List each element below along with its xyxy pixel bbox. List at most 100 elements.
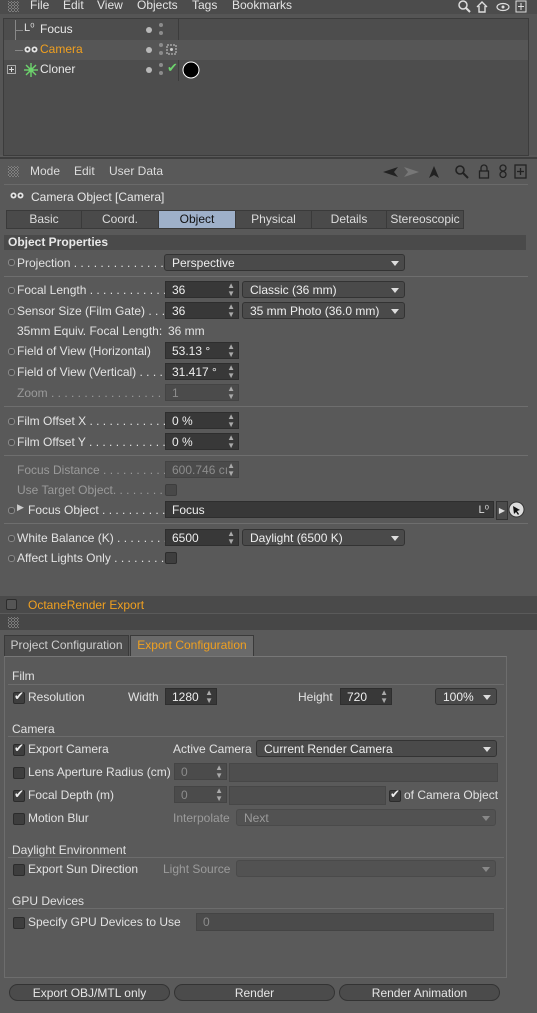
new-panel-icon[interactable] xyxy=(515,0,527,13)
editor-visibility-dot[interactable] xyxy=(159,23,163,27)
motion-blur-checkbox[interactable] xyxy=(13,813,25,825)
specify-gpu-checkbox[interactable] xyxy=(13,917,25,929)
width-field[interactable]: 1280 ▲ ▼ xyxy=(165,688,217,705)
forward-arrow-icon[interactable] xyxy=(402,166,420,178)
editor-visibility-dot[interactable] xyxy=(159,63,163,67)
stepper-arrows-icon[interactable]: ▲ ▼ xyxy=(205,689,213,705)
search-icon[interactable] xyxy=(458,0,472,13)
menu-edit[interactable]: Edit xyxy=(74,164,95,178)
stepper-arrows-icon: ▲ ▼ xyxy=(227,384,235,401)
param-bullet[interactable] xyxy=(8,308,15,315)
menu-user-data[interactable]: User Data xyxy=(109,164,163,178)
scale-dropdown[interactable]: 100% xyxy=(435,688,497,705)
affect-lights-checkbox[interactable] xyxy=(165,552,177,564)
link-menu-arrow-icon[interactable]: ▶ xyxy=(496,501,508,520)
render-visibility-dot[interactable] xyxy=(159,71,163,75)
editor-visibility-dot[interactable] xyxy=(159,43,163,47)
param-bullet[interactable] xyxy=(8,369,15,376)
export-obj-mtl-button[interactable]: Export OBJ/MTL only xyxy=(9,984,170,1001)
back-arrow-icon[interactable] xyxy=(382,166,400,178)
stepper-arrows-icon[interactable]: ▲ ▼ xyxy=(227,364,235,380)
tab-object[interactable]: Object xyxy=(158,210,236,229)
object-row-camera[interactable]: Camera xyxy=(4,30,528,60)
lens-aperture-checkbox[interactable] xyxy=(13,767,25,779)
white-balance-field[interactable]: 6500 ▲ ▼ xyxy=(165,529,239,546)
param-bullet[interactable] xyxy=(8,287,15,294)
octane-enable-checkbox[interactable] xyxy=(6,599,17,610)
search-icon[interactable] xyxy=(455,165,469,179)
tab-physical[interactable]: Physical xyxy=(235,210,312,229)
menu-mode[interactable]: Mode xyxy=(30,164,60,178)
fov-horizontal-field[interactable]: 53.13 ° ▲ ▼ xyxy=(165,342,239,359)
param-bullet[interactable] xyxy=(8,555,15,562)
up-arrow-icon[interactable] xyxy=(428,165,440,179)
render-visibility-dot[interactable] xyxy=(159,51,163,55)
tab-basic[interactable]: Basic xyxy=(6,210,82,229)
new-panel-icon[interactable] xyxy=(514,164,527,179)
param-bullet[interactable] xyxy=(8,348,15,355)
expand-plus-icon[interactable] xyxy=(7,65,16,74)
object-row-focus[interactable]: L⁰ Focus xyxy=(4,20,528,40)
param-bullet[interactable] xyxy=(8,259,15,266)
menu-tags[interactable]: Tags xyxy=(192,0,217,12)
tab-stereoscopic[interactable]: Stereoscopic xyxy=(386,210,464,229)
film-offset-y-field[interactable]: 0 % ▲ ▼ xyxy=(165,433,239,450)
render-visibility-dot[interactable] xyxy=(159,31,163,35)
target-tag-icon[interactable] xyxy=(166,44,177,55)
render-button[interactable]: Render xyxy=(174,984,335,1001)
param-bullet[interactable] xyxy=(8,507,15,514)
stepper-arrows-icon[interactable]: ▲ ▼ xyxy=(380,689,388,705)
lock-icon[interactable] xyxy=(478,164,490,179)
stepper-arrows-icon[interactable]: ▲ ▼ xyxy=(227,303,235,319)
param-bullet[interactable] xyxy=(8,439,15,446)
visibility-dot[interactable] xyxy=(146,27,152,33)
menu-edit[interactable]: Edit xyxy=(63,0,84,12)
sensor-size-preset-dropdown[interactable]: 35 mm Photo (36.0 mm) xyxy=(242,302,405,319)
active-camera-dropdown[interactable]: Current Render Camera xyxy=(256,740,497,757)
export-sun-checkbox[interactable] xyxy=(13,864,25,876)
focal-depth-checkbox[interactable] xyxy=(13,787,25,802)
menu-view[interactable]: View xyxy=(97,0,123,12)
panel-grip-icon[interactable] xyxy=(8,166,19,177)
tab-export-configuration[interactable]: Export Configuration xyxy=(130,635,254,656)
stepper-arrows-icon[interactable]: ▲ ▼ xyxy=(227,434,235,450)
focus-object-link-field[interactable]: Focus L⁰ xyxy=(165,501,494,518)
param-bullet[interactable] xyxy=(8,418,15,425)
enabled-check-icon[interactable]: ✔ xyxy=(167,60,178,76)
focal-length-field[interactable]: 36 ▲ ▼ xyxy=(165,281,239,298)
material-tag-icon[interactable] xyxy=(181,60,201,80)
menu-bookmarks[interactable]: Bookmarks xyxy=(232,0,292,12)
home-icon[interactable] xyxy=(475,0,489,13)
panel-grip-icon[interactable] xyxy=(8,1,19,12)
visibility-dot[interactable] xyxy=(146,67,152,73)
eye-icon[interactable] xyxy=(496,1,510,13)
visibility-dot[interactable] xyxy=(146,47,152,53)
projection-dropdown[interactable]: Perspective xyxy=(164,254,405,271)
pin-icon[interactable] xyxy=(498,164,508,179)
pick-session-icon[interactable] xyxy=(508,501,525,518)
object-row-cloner[interactable]: Cloner ✔ xyxy=(4,60,528,80)
tab-project-configuration[interactable]: Project Configuration xyxy=(4,635,129,657)
of-camera-object-checkbox[interactable] xyxy=(389,787,401,802)
stepper-arrows-icon[interactable]: ▲ ▼ xyxy=(227,343,235,359)
film-offset-x-field[interactable]: 0 % ▲ ▼ xyxy=(165,412,239,429)
export-camera-checkbox[interactable] xyxy=(13,741,25,756)
stepper-arrows-icon[interactable]: ▲ ▼ xyxy=(227,282,235,298)
fov-vertical-field[interactable]: 31.417 ° ▲ ▼ xyxy=(165,363,239,380)
render-animation-button[interactable]: Render Animation xyxy=(339,984,500,1001)
focal-length-preset-dropdown[interactable]: Classic (36 mm) xyxy=(242,281,405,298)
menu-file[interactable]: File xyxy=(30,0,49,12)
stepper-arrows-icon[interactable]: ▲ ▼ xyxy=(227,413,235,429)
height-field[interactable]: 720 ▲ ▼ xyxy=(340,688,392,705)
white-balance-preset-dropdown[interactable]: Daylight (6500 K) xyxy=(242,529,405,546)
tab-coord[interactable]: Coord. xyxy=(81,210,159,229)
param-bullet[interactable] xyxy=(8,535,15,542)
stepper-arrows-icon[interactable]: ▲ ▼ xyxy=(227,530,235,546)
tab-details[interactable]: Details xyxy=(311,210,387,229)
focus-distance-label: Focus Distance . . . . . . . . . . . xyxy=(17,463,174,477)
panel-grip-icon[interactable] xyxy=(8,617,19,628)
menu-objects[interactable]: Objects xyxy=(137,0,178,12)
expand-triangle-icon[interactable]: ▶ xyxy=(17,502,24,513)
resolution-checkbox[interactable] xyxy=(13,689,25,704)
sensor-size-field[interactable]: 36 ▲ ▼ xyxy=(165,302,239,319)
